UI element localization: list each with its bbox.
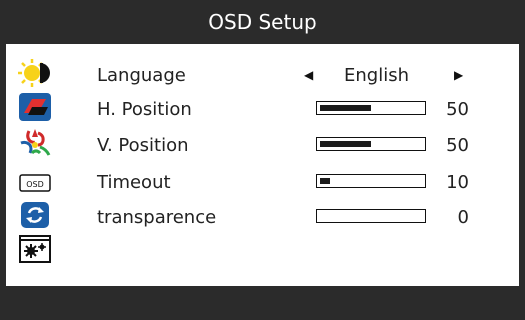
color-icon (20, 129, 51, 156)
timeout-slider[interactable] (316, 174, 426, 188)
transparence-label: transparence (97, 206, 217, 228)
v-position-slider[interactable] (316, 137, 426, 151)
timeout-value: 10 (446, 171, 469, 193)
osd-icon: OSD (19, 174, 51, 192)
language-right-arrow-icon[interactable]: ▶ (454, 68, 463, 82)
v-position-slider-fill (320, 141, 371, 147)
transparence-row[interactable]: transparence 0 (72, 202, 519, 232)
image-icon (19, 93, 51, 121)
osd-title: OSD Setup (208, 10, 317, 34)
language-value: English (344, 64, 409, 86)
language-row[interactable]: Language ◀ English ▶ (72, 60, 519, 90)
sidebar-item-brightness[interactable] (18, 56, 52, 90)
sidebar-item-reset[interactable] (18, 198, 52, 232)
h-position-label: H. Position (97, 98, 192, 120)
timeout-label: Timeout (97, 171, 171, 193)
settings-icon (19, 235, 51, 263)
v-position-row[interactable]: V. Position 50 (72, 130, 519, 160)
timeout-row[interactable]: Timeout 10 (72, 167, 519, 197)
sidebar-item-color[interactable] (18, 126, 52, 160)
transparence-value: 0 (457, 206, 469, 228)
osd-sidebar: OSD (6, 44, 72, 286)
language-label: Language (97, 64, 186, 86)
timeout-slider-fill (320, 178, 330, 184)
v-position-value: 50 (446, 134, 469, 156)
osd-window: OSD Setup OSD Language ◀ English ▶ H. Po… (0, 0, 525, 320)
sidebar-item-osd[interactable]: OSD (18, 166, 52, 200)
h-position-row[interactable]: H. Position 50 (72, 94, 519, 124)
brightness-icon (18, 59, 50, 87)
sidebar-item-image[interactable] (18, 90, 52, 124)
reset-icon (21, 202, 49, 228)
osd-settings-panel: Language ◀ English ▶ H. Position 50 V. P… (72, 44, 519, 286)
v-position-label: V. Position (97, 134, 189, 156)
h-position-slider[interactable] (316, 101, 426, 115)
osd-footer (0, 286, 525, 320)
h-position-value: 50 (446, 98, 469, 120)
h-position-slider-fill (320, 105, 371, 111)
transparence-slider[interactable] (316, 209, 426, 223)
language-left-arrow-icon[interactable]: ◀ (304, 68, 313, 82)
osd-icon-label: OSD (26, 180, 44, 189)
sidebar-item-settings[interactable] (18, 232, 52, 266)
